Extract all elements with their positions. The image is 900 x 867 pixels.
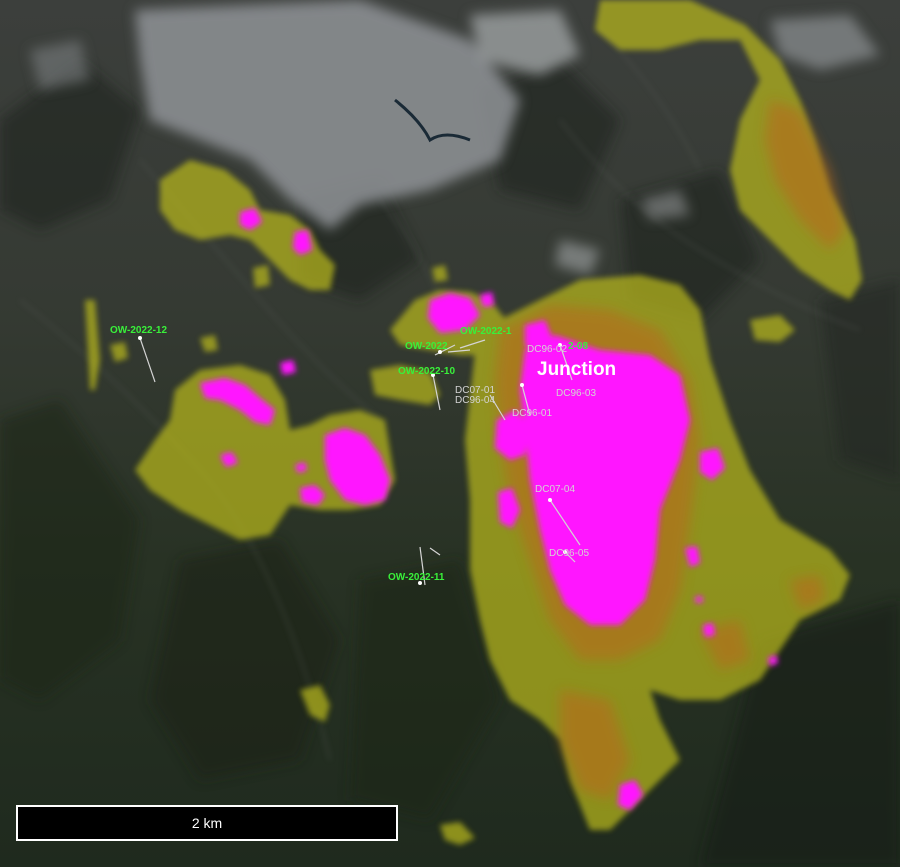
- scale-bar-label: 2 km: [191, 815, 223, 831]
- drill-label-dc07-04[interactable]: DC07-04: [535, 484, 575, 495]
- target-label-junction[interactable]: Junction: [537, 359, 616, 380]
- drill-label-dc96-05[interactable]: DC96-05: [549, 548, 589, 559]
- drill-label-ow-2022-upper[interactable]: OW-2022: [405, 341, 448, 352]
- drill-label-ow-2022-b[interactable]: 2-08: [568, 341, 588, 352]
- drill-label-dc96-01[interactable]: DC96-01: [512, 408, 552, 419]
- drill-label-ow-2022-11[interactable]: OW-2022-11: [388, 572, 445, 583]
- drill-label-ow-2022-10[interactable]: OW-2022-10: [398, 366, 455, 377]
- map-canvas: OW-2022-12 OW-2022 OW-2022-1 2-08 OW-202…: [0, 0, 900, 867]
- drill-label-dc96-03[interactable]: DC96-03: [556, 388, 596, 399]
- map-view[interactable]: OW-2022-12 OW-2022 OW-2022-1 2-08 OW-202…: [0, 0, 900, 867]
- drill-label-dc96-02[interactable]: DC96-02: [527, 344, 567, 355]
- scale-bar: 2 km: [16, 805, 398, 841]
- drill-label-ow-2022-12[interactable]: OW-2022-12: [110, 325, 167, 336]
- drill-label-dc96-04[interactable]: DC96-04: [455, 395, 495, 406]
- drill-label-ow-2022-a[interactable]: OW-2022-1: [460, 326, 512, 337]
